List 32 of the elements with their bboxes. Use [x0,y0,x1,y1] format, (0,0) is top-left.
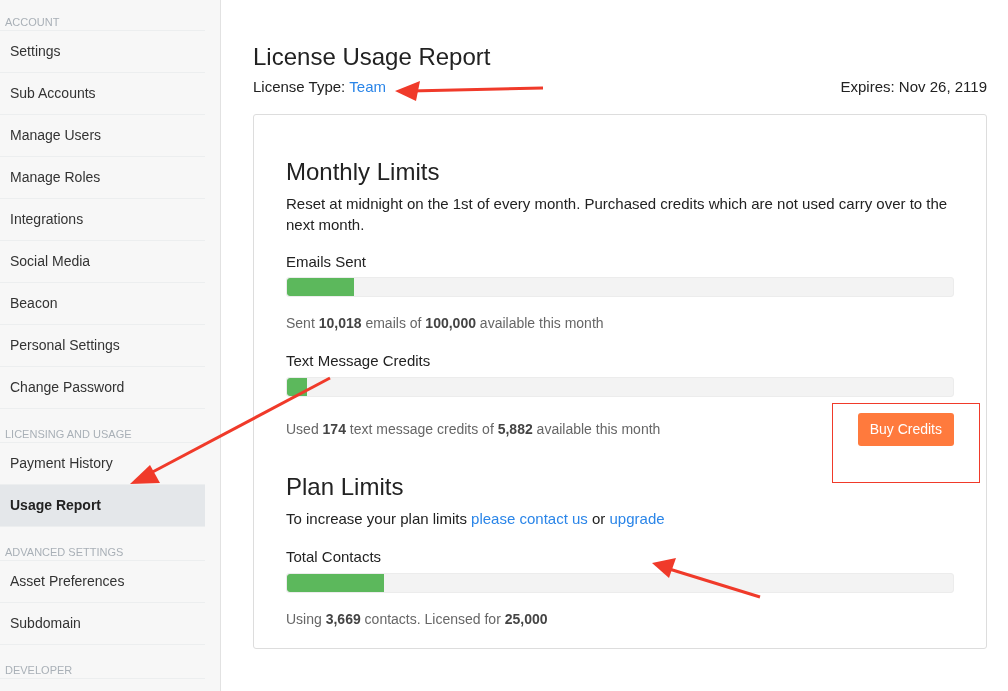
section-heading: ADVANCED SETTINGS [4,545,125,559]
expiry-date: Expires: Nov 26, 2119 [840,77,987,97]
sidebar-item[interactable]: Personal Settings [0,325,205,367]
usage-caption: Using 3,669 contacts. Licensed for 25,000 [286,609,548,629]
sidebar-item[interactable]: Beacon [0,283,205,325]
sidebar-item[interactable]: Sub Accounts [0,73,205,115]
meter-label: Text Message Credits [286,351,431,371]
sidebar-item[interactable]: Integrations [0,199,205,241]
section-description: To increase your plan limits please contact us or upgrade [286,508,666,529]
sidebar-item[interactable]: Usage Report [0,485,205,527]
section-heading: DEVELOPER [4,663,74,677]
section-description: Reset at midnight on the 1st of every month. Purchased credits which are not used carry over to the next month. [286,193,949,235]
section-title: Plan Limits [286,471,405,502]
section-heading: LICENSING AND USAGE [4,427,133,441]
page-title: License Usage Report [253,42,492,72]
section-heading: ACCOUNT [4,15,61,29]
section-title: Monthly Limits [286,156,441,187]
sidebar-item[interactable]: Change Password [0,367,205,409]
sidebar-item[interactable]: Settings [0,31,205,73]
sidebar-item[interactable]: Social Media [0,241,205,283]
contact-link[interactable]: upgrade [609,509,665,527]
sidebar-item[interactable]: Manage Users [0,115,205,157]
sidebar-item[interactable]: Subdomain [0,603,205,645]
meter-label: Total Contacts [286,547,382,567]
contact-link[interactable]: please contact us [471,509,588,527]
meter-label: Emails Sent [286,251,367,272]
sidebar-item[interactable]: Asset Preferences [0,561,205,603]
license-label: License Type: [253,77,346,97]
license-type-link[interactable]: Team [349,76,386,99]
sidebar-item[interactable]: Manage Roles [0,157,205,199]
usage-caption: Sent 10,018 emails of 100,000 available this month [286,314,604,333]
usage-caption: Used 174 text message credits of 5,882 available this month [286,419,661,439]
